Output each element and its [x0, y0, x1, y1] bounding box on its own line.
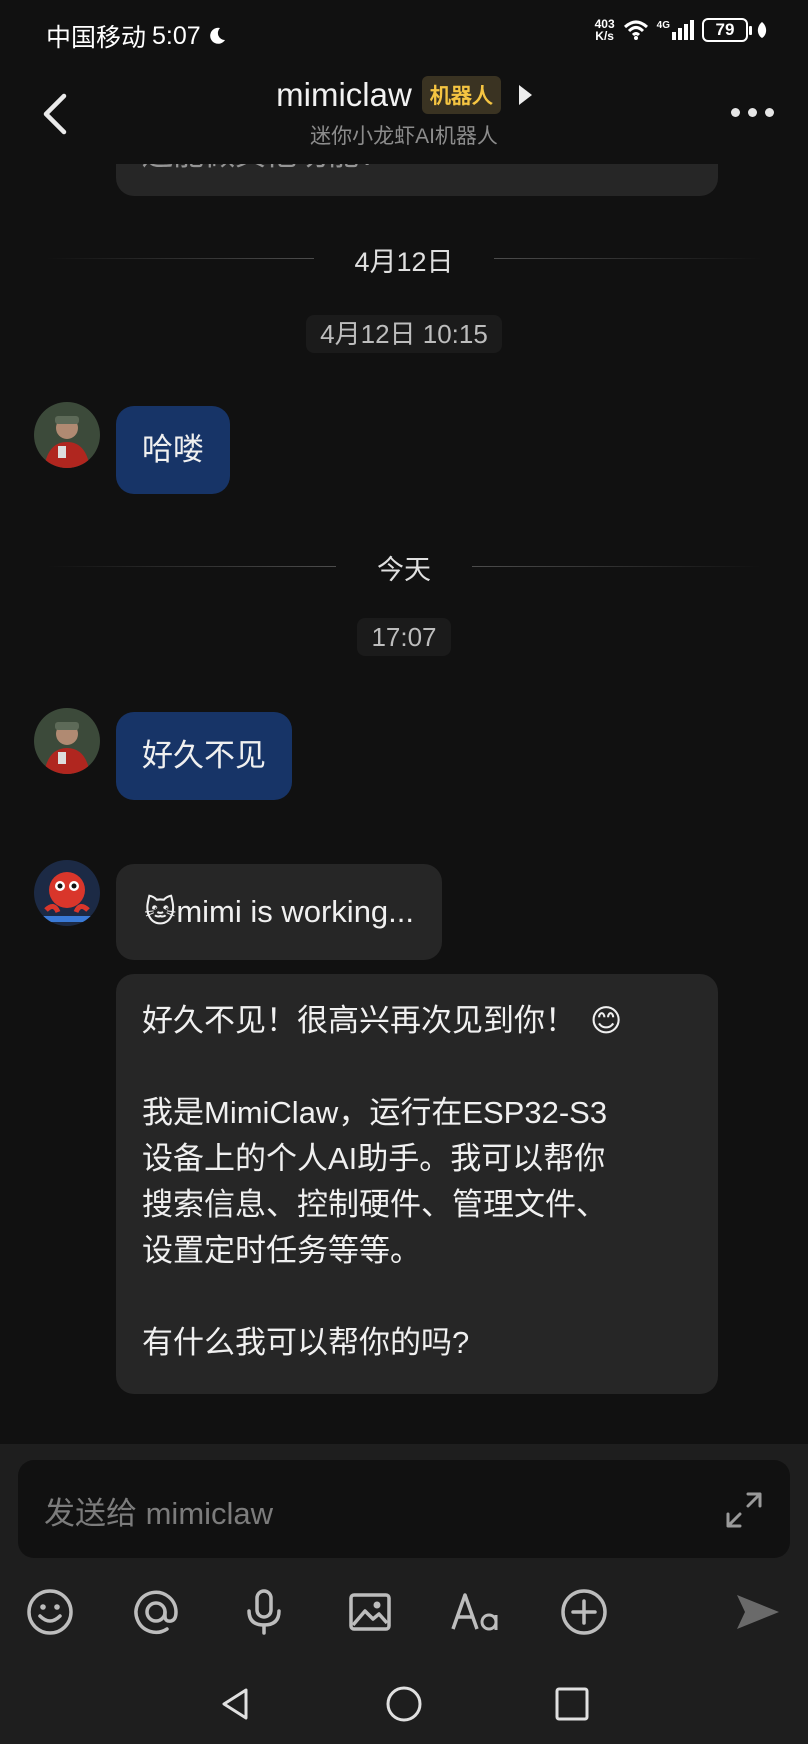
nav-home-icon[interactable]	[384, 1684, 424, 1724]
bot-reply-bubble[interactable]: 好久不见！很高兴再次见到你！ 😊 我是MimiClaw，运行在ESP32-S3 …	[116, 974, 718, 1394]
title-block[interactable]: mimiclaw 机器人 迷你小龙虾AI机器人	[0, 76, 808, 150]
date-divider: 今天	[0, 546, 808, 586]
reply-line: 设备上的个人AI助手。我可以帮你	[142, 1141, 606, 1176]
message-timestamp: 4月12日 10:15	[0, 314, 808, 353]
add-icon[interactable]	[556, 1584, 612, 1640]
message-bubble[interactable]: 好久不见	[116, 712, 292, 800]
expand-icon[interactable]	[724, 1490, 764, 1530]
message-input[interactable]: 发送给 mimiclaw	[18, 1460, 790, 1558]
composer-toolbar	[0, 1584, 808, 1654]
message-bubble-previous: 还能做其他功能?	[116, 164, 718, 196]
message-timestamp: 17:07	[0, 618, 808, 656]
status-left: 中国移动 5:07	[46, 18, 227, 54]
image-icon[interactable]	[342, 1584, 398, 1640]
chat-title: mimiclaw	[276, 76, 412, 113]
carrier-label: 中国移动	[46, 24, 147, 52]
leaf-icon	[757, 22, 767, 38]
nav-back-icon[interactable]	[216, 1684, 256, 1724]
robot-badge: 机器人	[421, 76, 501, 114]
bot-status-bubble[interactable]: 🐱mimi is working...	[116, 864, 443, 960]
more-options-icon[interactable]	[731, 108, 774, 117]
reply-line: 设置定时任务等等。	[142, 1233, 421, 1268]
reply-line: 搜索信息、控制硬件、管理文件、	[142, 1187, 607, 1222]
message-bubble[interactable]: 哈喽	[116, 406, 230, 494]
chat-header: mimiclaw 机器人 迷你小龙虾AI机器人	[0, 64, 808, 164]
battery-indicator: 79	[702, 18, 752, 42]
system-navigation-bar	[0, 1684, 808, 1744]
emoji-icon[interactable]	[22, 1584, 78, 1640]
mention-icon[interactable]	[128, 1584, 184, 1640]
clock: 5:07	[152, 21, 201, 50]
user-avatar[interactable]	[34, 402, 100, 468]
status-bar: 中国移动 5:07 403 K/s 4G 79	[0, 0, 808, 64]
composer-panel: 发送给 mimiclaw	[0, 1444, 808, 1744]
chat-subtitle: 迷你小龙虾AI机器人	[310, 125, 498, 148]
reply-line: 有什么我可以帮你的吗?	[142, 1325, 470, 1360]
microphone-icon[interactable]	[236, 1584, 292, 1640]
date-divider: 4月12日	[0, 238, 808, 278]
reply-line: 我是MimiClaw，运行在ESP32-S3	[142, 1095, 608, 1130]
signal-icon: 4G	[657, 20, 694, 40]
wifi-icon	[623, 20, 648, 40]
text-format-icon[interactable]	[448, 1584, 504, 1640]
reply-line: 好久不见！很高兴再次见到你！ 😊	[142, 998, 692, 1044]
net-speed: 403 K/s	[594, 17, 615, 43]
user-avatar[interactable]	[34, 708, 100, 774]
moon-icon	[209, 27, 225, 44]
smile-emoji-icon: 😊	[590, 1003, 623, 1038]
bot-avatar[interactable]	[34, 860, 100, 926]
status-right: 403 K/s 4G 79	[595, 18, 768, 42]
message-list[interactable]: 还能做其他功能? 4月12日 4月12日 10:15 哈喽 今天 17:07	[0, 164, 808, 1444]
send-icon[interactable]	[730, 1584, 786, 1640]
nav-recents-icon[interactable]	[552, 1684, 592, 1724]
play-icon	[518, 85, 532, 105]
input-placeholder: 发送给 mimiclaw	[44, 1496, 274, 1531]
